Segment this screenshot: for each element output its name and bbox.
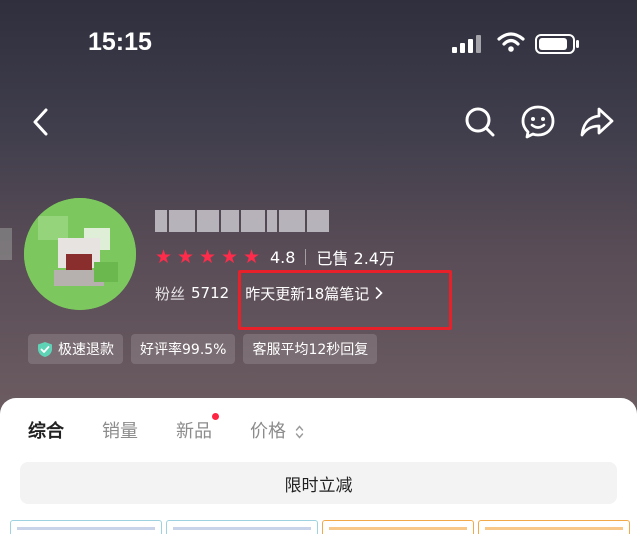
highlight-annotation-box <box>238 270 452 330</box>
tab-price-label: 价格 <box>250 421 286 442</box>
rating-row: ★ ★ ★ ★ ★ 4.8 已售 2.4万 <box>155 245 395 269</box>
search-button[interactable] <box>462 104 498 140</box>
star-icon: ★ <box>155 245 173 268</box>
share-button[interactable] <box>579 104 615 140</box>
star-icon: ★ <box>177 245 195 268</box>
product-panel: 综合 销量 新品 价格 限时立减 <box>0 398 637 534</box>
status-bar: 15:15 <box>0 0 637 80</box>
shield-check-icon <box>38 341 52 357</box>
product-card[interactable] <box>478 520 630 534</box>
tab-sales[interactable]: 销量 <box>102 417 138 443</box>
sort-arrows-icon <box>295 425 303 439</box>
back-button[interactable] <box>24 104 60 140</box>
fans-count: 5712 <box>191 284 230 302</box>
tab-price[interactable]: 价格 <box>250 417 304 443</box>
tab-new-label: 新品 <box>176 421 212 442</box>
new-dot-badge <box>212 413 219 420</box>
badge-service-reply: 客服平均12秒回复 <box>243 334 378 364</box>
flash-sale-button[interactable]: 限时立减 <box>20 462 617 504</box>
product-card[interactable] <box>322 520 474 534</box>
divider <box>305 249 307 265</box>
store-avatar[interactable] <box>24 198 136 310</box>
customer-service-button[interactable] <box>520 104 556 140</box>
battery-icon <box>535 34 579 54</box>
badge-label: 客服平均12秒回复 <box>252 342 369 358</box>
search-icon <box>465 107 495 137</box>
rating-stars: ★ ★ ★ ★ ★ <box>155 245 262 268</box>
badge-label: 极速退款 <box>58 342 114 358</box>
badge-positive-rate: 好评率99.5% <box>131 334 236 364</box>
share-icon <box>580 107 614 137</box>
fans-label: 粉丝 <box>155 284 186 303</box>
rating-value: 4.8 <box>270 247 296 267</box>
product-thumbnails <box>10 520 630 534</box>
store-name-redacted <box>155 208 335 234</box>
tab-comprehensive[interactable]: 综合 <box>28 417 64 443</box>
store-header: 15:15 ★ ★ ★ ★ ★ 4.8 已售 2.4万 粉丝 5712 昨天更新… <box>0 0 637 430</box>
store-badges: 极速退款 好评率99.5% 客服平均12秒回复 <box>28 334 378 364</box>
star-icon: ★ <box>221 245 239 268</box>
product-card[interactable] <box>10 520 162 534</box>
star-icon: ★ <box>243 245 261 268</box>
chat-bubble-icon <box>521 105 555 139</box>
badge-fast-refund: 极速退款 <box>28 334 123 364</box>
tab-new[interactable]: 新品 <box>176 413 219 443</box>
chevron-left-icon <box>33 108 48 136</box>
wifi-icon <box>497 32 525 52</box>
sort-tabs: 综合 销量 新品 价格 <box>28 413 342 443</box>
status-time: 15:15 <box>88 28 152 56</box>
star-icon: ★ <box>199 245 217 268</box>
cellular-signal-icon <box>452 35 481 53</box>
sold-count: 已售 2.4万 <box>316 249 395 268</box>
badge-label: 好评率99.5% <box>140 342 227 358</box>
left-edge-thumbnail <box>0 228 12 260</box>
product-card[interactable] <box>166 520 318 534</box>
